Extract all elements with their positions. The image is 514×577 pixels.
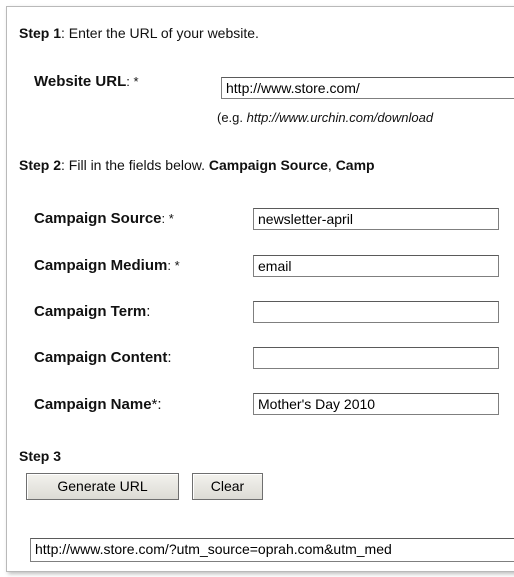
campaign-term-label: Campaign Term (34, 303, 147, 320)
campaign-source-input[interactable]: newsletter-april (253, 208, 499, 230)
step3-label: Step 3 (19, 448, 62, 464)
campaign-medium-input[interactable]: email (253, 255, 499, 277)
website-url-example: (e.g. http://www.urchin.com/download (217, 110, 433, 125)
step2-bold-camp: Camp (335, 157, 375, 173)
url-builder-panel: Step 1: Enter the URL of your website. W… (6, 6, 514, 572)
step1-label: Step 1 (19, 25, 62, 41)
campaign-content-colon: : (167, 349, 172, 366)
campaign-source-label: Campaign Source (34, 210, 162, 227)
campaign-source-required: : * (161, 211, 174, 226)
campaign-term-colon: : (146, 303, 151, 320)
campaign-term-input[interactable] (253, 301, 499, 323)
website-url-required: : * (126, 74, 139, 89)
step1-heading: Step 1: Enter the URL of your website. (19, 25, 259, 41)
campaign-medium-label-wrap: Campaign Medium: * (34, 257, 180, 274)
campaign-source-label-wrap: Campaign Source: * (34, 210, 174, 227)
campaign-medium-required: : * (167, 258, 180, 273)
step2-heading: Step 2: Fill in the fields below. Campai… (19, 157, 375, 173)
website-url-input[interactable]: http://www.store.com/ (221, 77, 514, 99)
step1-text: : Enter the URL of your website. (61, 25, 259, 41)
campaign-term-label-wrap: Campaign Term: (34, 303, 150, 320)
website-url-label-wrap: Website URL: * (34, 73, 139, 90)
campaign-name-label-wrap: Campaign Name*: (34, 396, 162, 413)
step2-text: : Fill in the fields below. (61, 157, 209, 173)
campaign-content-input[interactable] (253, 347, 499, 369)
campaign-medium-label: Campaign Medium (34, 257, 168, 274)
campaign-content-label-wrap: Campaign Content: (34, 349, 172, 366)
generate-url-button[interactable]: Generate URL (26, 473, 179, 500)
website-url-label: Website URL (34, 73, 127, 90)
campaign-name-required: *: (151, 396, 162, 413)
campaign-name-input[interactable]: Mother's Day 2010 (253, 393, 499, 415)
step2-label: Step 2 (19, 157, 62, 173)
step2-sep: , (327, 157, 336, 173)
example-url: http://www.urchin.com/download (246, 110, 434, 125)
generated-url-output[interactable]: http://www.store.com/?utm_source=oprah.c… (30, 538, 514, 562)
campaign-name-label: Campaign Name (34, 396, 152, 413)
clear-button[interactable]: Clear (192, 473, 263, 500)
example-prefix: (e.g. (217, 110, 247, 125)
campaign-content-label: Campaign Content (34, 349, 168, 366)
step2-bold-source: Campaign Source (208, 157, 328, 173)
